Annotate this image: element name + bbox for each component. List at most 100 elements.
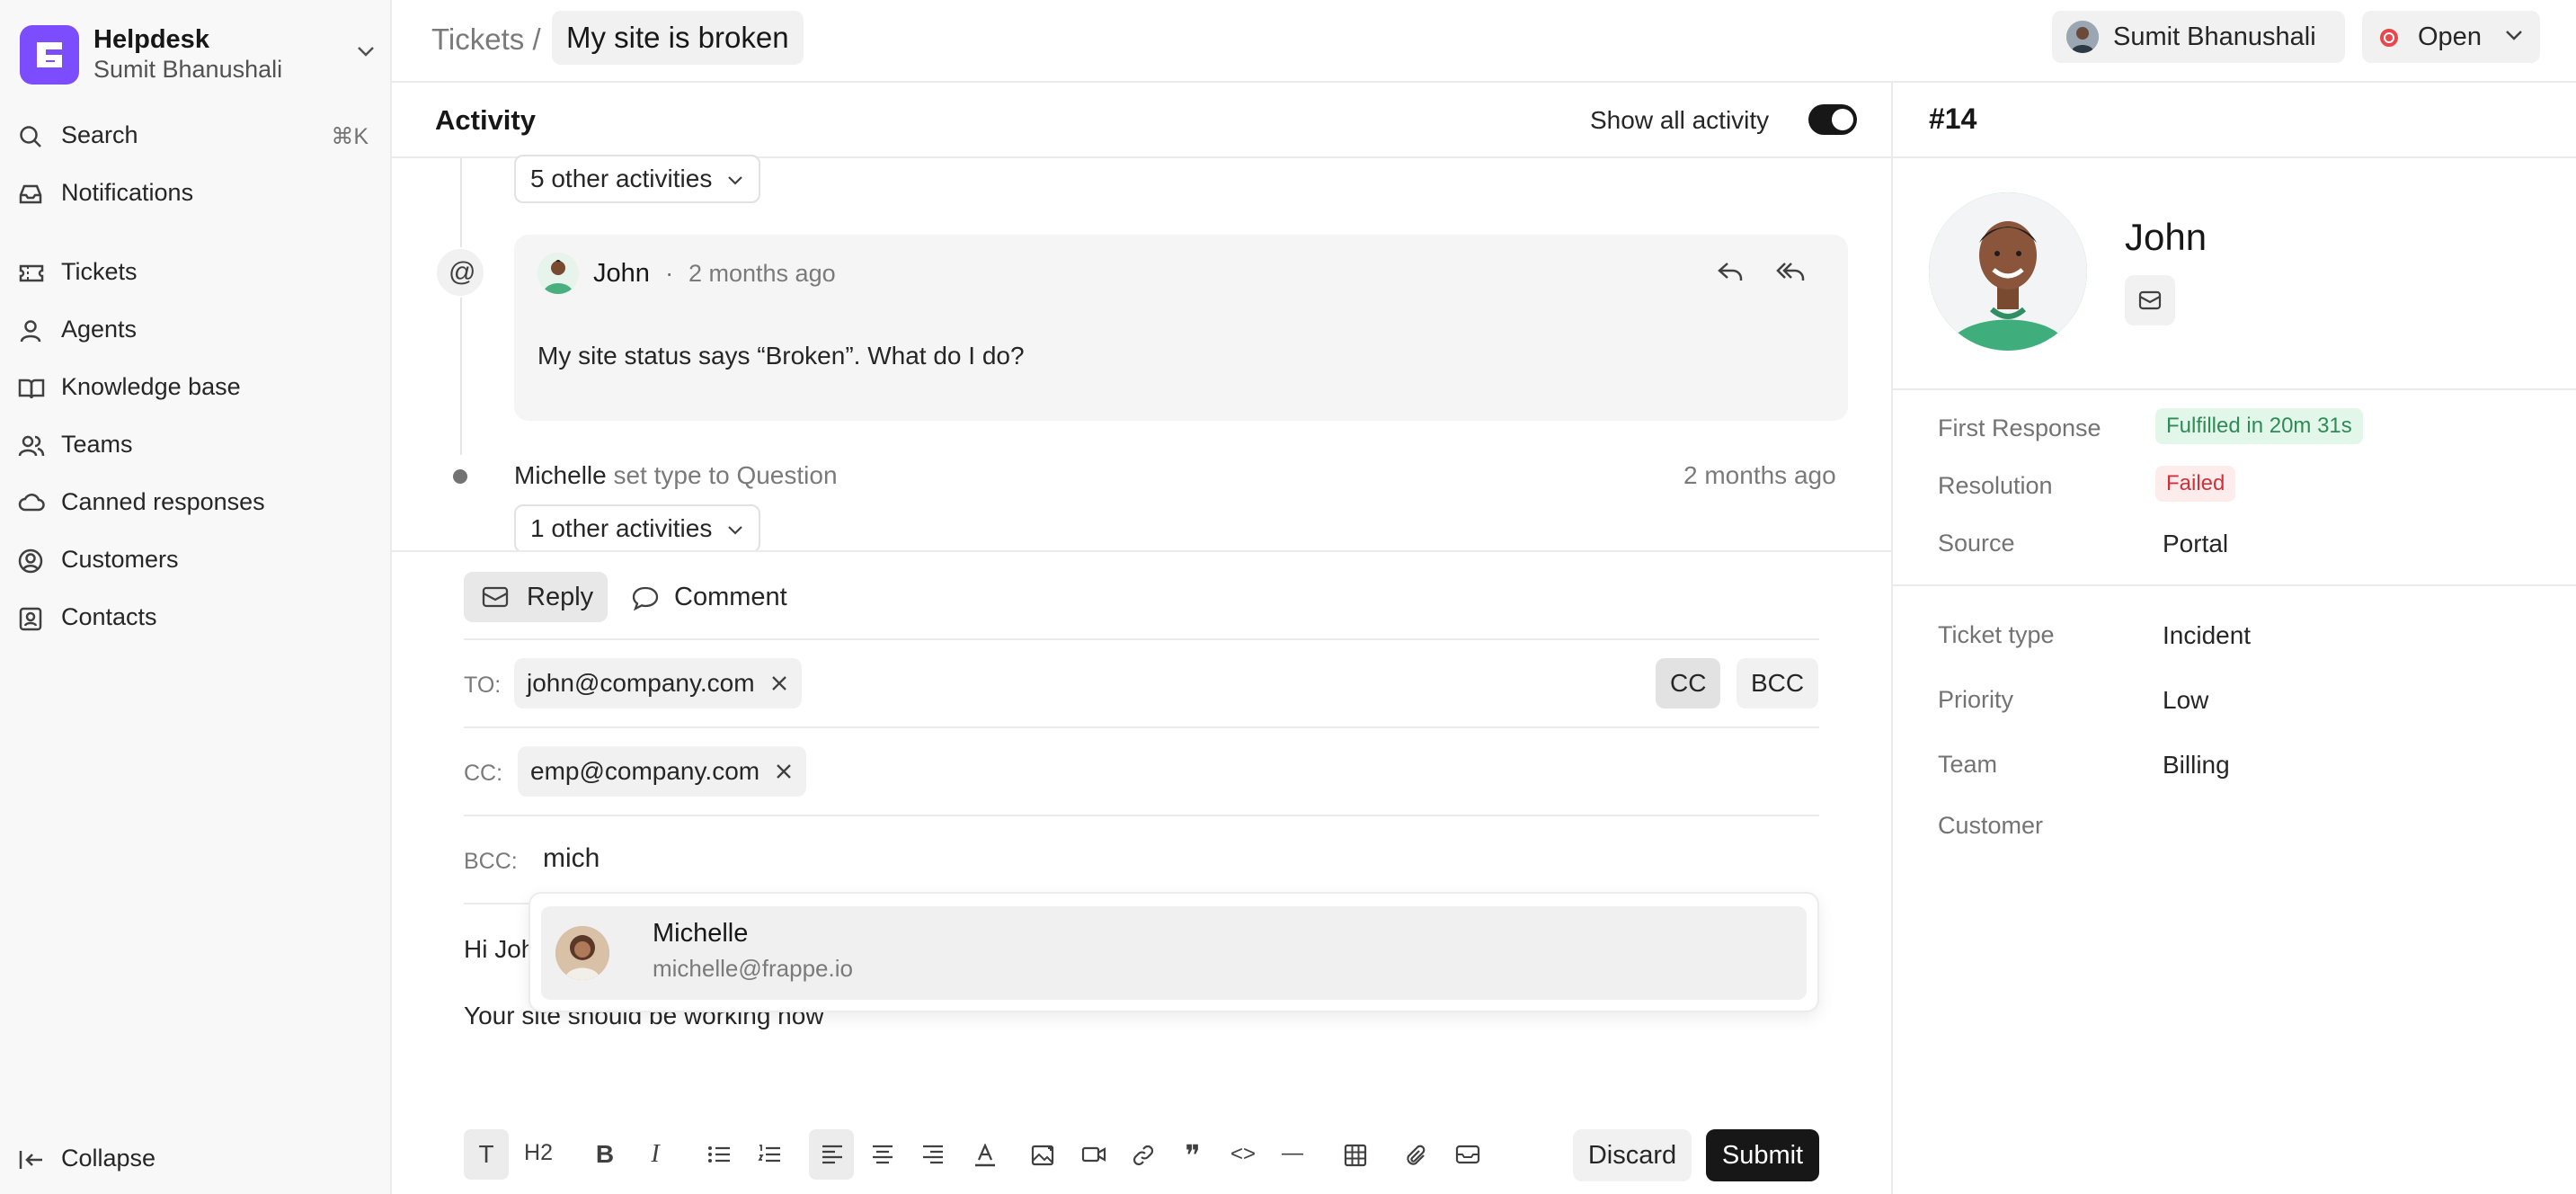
paragraph-button[interactable]: T <box>464 1129 509 1180</box>
email-customer-button[interactable] <box>2125 275 2175 325</box>
sidebar-notifications-label: Notifications <box>61 179 194 206</box>
heading-button[interactable]: H2 <box>516 1129 561 1180</box>
bold-button[interactable]: B <box>582 1129 627 1180</box>
status-dot-icon <box>2380 29 2398 47</box>
reply-icon[interactable] <box>1717 260 1744 283</box>
close-icon[interactable] <box>769 673 789 693</box>
sidebar-item-customers[interactable]: Customers <box>18 536 378 586</box>
workspace-switcher[interactable]: Helpdesk Sumit Bhanushali <box>20 23 379 86</box>
breadcrumb-tickets[interactable]: Tickets / <box>431 22 541 57</box>
numbered-list-icon <box>758 1145 780 1163</box>
expand-other-activities-button[interactable]: 1 other activities <box>514 504 761 553</box>
cc-toggle-button[interactable]: CC <box>1656 658 1721 708</box>
chevron-down-icon <box>726 525 744 536</box>
ticket-number: #14 <box>1929 102 1977 135</box>
user-icon <box>18 318 43 343</box>
chevron-down-icon <box>356 45 376 58</box>
sidebar-item-teams[interactable]: Teams <box>18 421 378 471</box>
font-color-icon <box>975 1144 995 1167</box>
sidebar-item-agents[interactable]: Agents <box>18 306 378 356</box>
sidebar-item-tickets[interactable]: Tickets <box>18 248 378 298</box>
horizontal-rule-icon: — <box>1282 1141 1305 1165</box>
email-activity-icon: @ <box>435 247 485 298</box>
sidebar-item-canned-responses[interactable]: Canned responses <box>18 478 378 529</box>
discard-button[interactable]: Discard <box>1573 1129 1692 1181</box>
sidebar-item-label: Knowledge base <box>61 373 241 400</box>
top-bar: Tickets / My site is broken Sumit Bhanus… <box>392 0 2576 83</box>
bcc-input[interactable]: mich <box>543 843 600 874</box>
recipient-chip[interactable]: john@company.com <box>514 658 802 708</box>
app-title: Helpdesk <box>93 25 209 54</box>
sidebar-item-knowledge-base[interactable]: Knowledge base <box>18 363 378 414</box>
tab-reply[interactable]: Reply <box>464 572 608 622</box>
editor-toolbar: T H2 B I ❞ <> — <box>464 1129 1480 1180</box>
priority-field[interactable]: Low <box>2163 686 2208 715</box>
code-button[interactable]: <> <box>1221 1129 1266 1180</box>
ticket-status-dropdown[interactable]: Open <box>2362 11 2540 63</box>
image-icon <box>1031 1145 1054 1166</box>
cc-label: CC: <box>464 761 503 786</box>
font-color-button[interactable] <box>962 1129 1007 1180</box>
align-right-button[interactable] <box>910 1129 955 1180</box>
bcc-row: BCC: mich <box>464 815 1819 903</box>
sidebar-item-contacts[interactable]: Contacts <box>18 593 378 644</box>
assigned-agent-button[interactable]: Sumit Bhanushali <box>2052 11 2345 63</box>
bullet-list-button[interactable] <box>696 1129 741 1180</box>
horizontal-rule-button[interactable]: — <box>1271 1129 1316 1180</box>
sidebar-notifications[interactable]: Notifications <box>18 169 378 219</box>
helpdesk-logo-icon <box>20 25 79 85</box>
sidebar-search[interactable]: Search ⌘K <box>18 111 378 162</box>
ticket-title[interactable]: My site is broken <box>552 11 804 65</box>
quote-icon: ❞ <box>1185 1139 1201 1172</box>
activity-event-time: 2 months ago <box>1683 461 1836 489</box>
to-label: TO: <box>464 673 502 698</box>
agent-avatar <box>2066 21 2099 53</box>
email-body: My site status says “Broken”. What do I … <box>537 342 1025 370</box>
numbered-list-button[interactable] <box>746 1129 791 1180</box>
email-template-button[interactable] <box>1443 1129 1488 1180</box>
expand-other-activities-button[interactable]: 5 other activities <box>514 155 761 203</box>
insert-table-button[interactable] <box>1332 1129 1377 1180</box>
bcc-toggle-button[interactable]: BCC <box>1737 658 1819 708</box>
contact-icon <box>18 606 43 631</box>
blockquote-button[interactable]: ❞ <box>1170 1129 1215 1180</box>
align-center-icon <box>873 1145 893 1164</box>
breadcrumb-separator: / <box>532 22 541 56</box>
sidebar-collapse-button[interactable]: Collapse <box>18 1135 378 1185</box>
team-label: Team <box>1938 751 1998 778</box>
link-icon <box>1133 1145 1154 1166</box>
show-all-activity-toggle[interactable] <box>1808 104 1857 135</box>
insert-link-button[interactable] <box>1120 1129 1165 1180</box>
align-center-button[interactable] <box>859 1129 904 1180</box>
first-response-badge: Fulfilled in 20m 31s <box>2155 408 2363 444</box>
recipient-suggestions: Michelle michelle@frappe.io <box>529 892 1819 1012</box>
italic-icon: I <box>651 1140 660 1168</box>
align-left-button[interactable] <box>809 1129 854 1180</box>
insert-image-button[interactable] <box>1019 1129 1064 1180</box>
current-user-name: Sumit Bhanushali <box>93 56 283 83</box>
customer-label: Customer <box>1938 812 2044 839</box>
activity-event: Michelle set type to Question <box>514 461 838 490</box>
ticket-type-label: Ticket type <box>1938 621 2055 648</box>
close-icon[interactable] <box>774 762 794 781</box>
breadcrumb-root-label: Tickets <box>431 22 525 56</box>
attach-file-button[interactable] <box>1393 1129 1438 1180</box>
timeline-line <box>460 158 462 455</box>
ticket-type-field[interactable]: Incident <box>2163 621 2251 650</box>
cc-chip[interactable]: emp@company.com <box>518 746 807 797</box>
activity-actor: Michelle <box>514 461 607 489</box>
tab-comment[interactable]: Comment <box>631 572 811 622</box>
ticket-icon <box>18 261 45 286</box>
other-activities-label: 1 other activities <box>530 514 713 542</box>
email-time: 2 months ago <box>688 260 836 287</box>
insert-video-button[interactable] <box>1070 1129 1115 1180</box>
heading-icon: H2 <box>524 1140 553 1165</box>
submit-button[interactable]: Submit <box>1706 1129 1819 1181</box>
reply-all-icon[interactable] <box>1776 260 1805 283</box>
email-meta-separator: · <box>665 259 674 287</box>
suggestion-item[interactable]: Michelle michelle@frappe.io <box>541 906 1807 1000</box>
status-label: Open <box>2418 22 2482 51</box>
italic-button[interactable]: I <box>633 1129 678 1180</box>
team-field[interactable]: Billing <box>2163 751 2230 780</box>
priority-label: Priority <box>1938 686 2014 713</box>
